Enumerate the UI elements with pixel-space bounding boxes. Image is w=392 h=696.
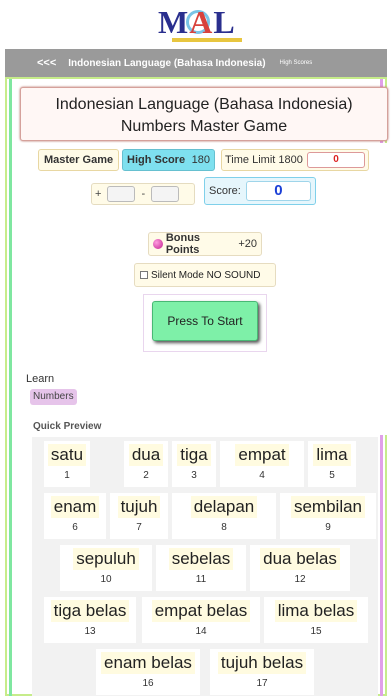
minus-sign: - xyxy=(141,188,146,200)
preview-card[interactable]: sembilan 9 xyxy=(280,493,376,539)
preview-word: dua xyxy=(128,444,164,466)
high-score-label: High Score xyxy=(127,154,186,166)
content-inner: Indonesian Language (Bahasa Indonesia) N… xyxy=(9,79,388,696)
high-score-chip: High Score 180 xyxy=(122,149,215,171)
score-box: Score: 0 xyxy=(204,177,316,205)
preview-card[interactable]: empat 4 xyxy=(220,441,304,487)
preview-word: sepuluh xyxy=(73,548,139,570)
preview-card[interactable]: tiga 3 xyxy=(172,441,216,487)
preview-number: 12 xyxy=(294,574,306,585)
high-score-value: 180 xyxy=(191,154,210,166)
preview-card[interactable]: sepuluh 10 xyxy=(60,545,152,591)
preview-card[interactable]: enam 6 xyxy=(44,493,106,539)
preview-word: tiga belas xyxy=(50,600,130,622)
preview-word: enam belas xyxy=(101,652,195,674)
numbers-button[interactable]: Numbers xyxy=(30,389,77,405)
preview-number: 5 xyxy=(329,470,335,481)
preview-word: dua belas xyxy=(260,548,340,570)
preview-card[interactable]: sebelas 11 xyxy=(156,545,246,591)
start-button[interactable]: Press To Start xyxy=(152,301,258,341)
preview-word: satu xyxy=(47,444,87,466)
preview-number: 16 xyxy=(142,678,154,689)
logo-underline xyxy=(172,38,242,42)
preview-number: 6 xyxy=(72,522,78,533)
preview-card[interactable]: delapan 8 xyxy=(172,493,276,539)
preview-word: tiga xyxy=(177,444,211,466)
high-scores-link[interactable]: High Scores xyxy=(280,60,313,66)
preview-word: empat belas xyxy=(151,600,251,622)
page-title-line1: Indonesian Language (Bahasa Indonesia) xyxy=(55,96,353,113)
preview-number: 3 xyxy=(191,470,197,481)
time-value: 0 xyxy=(307,152,365,168)
preview-card[interactable]: lima belas 15 xyxy=(264,597,368,643)
time-limit-chip: Time Limit 1800 0 xyxy=(221,149,369,171)
score-value: 0 xyxy=(245,181,311,201)
preview-number: 10 xyxy=(100,574,112,585)
preview-number: 11 xyxy=(195,574,207,585)
learn-label: Learn xyxy=(26,373,55,385)
silent-mode-checkbox[interactable] xyxy=(140,271,148,279)
preview-card[interactable]: dua belas 12 xyxy=(250,545,350,591)
preview-card[interactable]: tiga belas 13 xyxy=(44,597,136,643)
preview-number: 15 xyxy=(310,626,322,637)
preview-card[interactable]: enam belas 16 xyxy=(96,649,200,695)
preview-number: 14 xyxy=(195,626,207,637)
preview-number: 13 xyxy=(84,626,96,637)
preview-card[interactable]: tujuh 7 xyxy=(110,493,168,539)
score-label: Score: xyxy=(209,185,241,197)
quick-preview-label: Quick Preview xyxy=(33,421,102,432)
master-game-label: Master Game xyxy=(38,149,120,171)
app-logo: MAL xyxy=(0,0,392,48)
preview-grid: satu 1 dua 2 tiga 3 empat 4 lima 5 enam 6 tujuh 7 dela… xyxy=(32,437,378,696)
preview-number: 9 xyxy=(325,522,331,533)
logo-letter-m: M xyxy=(158,4,190,40)
preview-card[interactable]: lima 5 xyxy=(308,441,356,487)
page-title-box: Indonesian Language (Bahasa Indonesia) N… xyxy=(20,87,388,141)
preview-word: enam xyxy=(50,496,100,518)
preview-number: 17 xyxy=(256,678,268,689)
bonus-label: Bonus Points xyxy=(165,232,201,256)
logo-text: MAL xyxy=(158,4,236,41)
preview-number: 2 xyxy=(143,470,149,481)
nav-title: Indonesian Language (Bahasa Indonesia) xyxy=(68,57,266,69)
preview-word: tujuh xyxy=(117,496,161,518)
silent-mode-label: Silent Mode NO SOUND xyxy=(151,269,261,281)
bonus-points: Bonus Points +20 xyxy=(148,232,262,256)
answer-inputs: + - xyxy=(91,183,195,205)
content-frame: Indonesian Language (Bahasa Indonesia) N… xyxy=(5,77,388,696)
bonus-value: +20 xyxy=(238,238,257,250)
page-title-line2: Numbers Master Game xyxy=(120,118,288,135)
preview-word: empat xyxy=(235,444,289,466)
preview-number: 1 xyxy=(64,470,70,481)
preview-card[interactable]: satu 1 xyxy=(44,441,90,487)
plus-sign: + xyxy=(95,188,102,200)
preview-number: 8 xyxy=(221,522,227,533)
preview-word: lima belas xyxy=(274,600,358,622)
back-link[interactable]: <<< xyxy=(37,57,56,69)
logo-letter-a: A xyxy=(189,4,214,40)
preview-card[interactable]: tujuh belas 17 xyxy=(210,649,314,695)
preview-word: sembilan xyxy=(290,496,366,518)
preview-number: 4 xyxy=(259,470,265,481)
preview-card[interactable]: empat belas 14 xyxy=(142,597,260,643)
time-limit-label: Time Limit 1800 xyxy=(225,154,303,166)
preview-word: lima xyxy=(313,444,351,466)
preview-word: tujuh belas xyxy=(217,652,307,674)
preview-word: delapan xyxy=(190,496,258,518)
gem-icon xyxy=(153,239,163,249)
preview-card[interactable]: dua 2 xyxy=(124,441,168,487)
logo-letter-l: L xyxy=(213,4,236,40)
plus-input[interactable] xyxy=(107,186,136,202)
silent-mode-toggle[interactable]: Silent Mode NO SOUND xyxy=(134,263,276,287)
preview-number: 7 xyxy=(136,522,142,533)
start-container: Press To Start xyxy=(143,294,267,352)
minus-input[interactable] xyxy=(151,186,180,202)
nav-bar: <<< Indonesian Language (Bahasa Indonesi… xyxy=(5,49,387,77)
preview-word: sebelas xyxy=(168,548,234,570)
